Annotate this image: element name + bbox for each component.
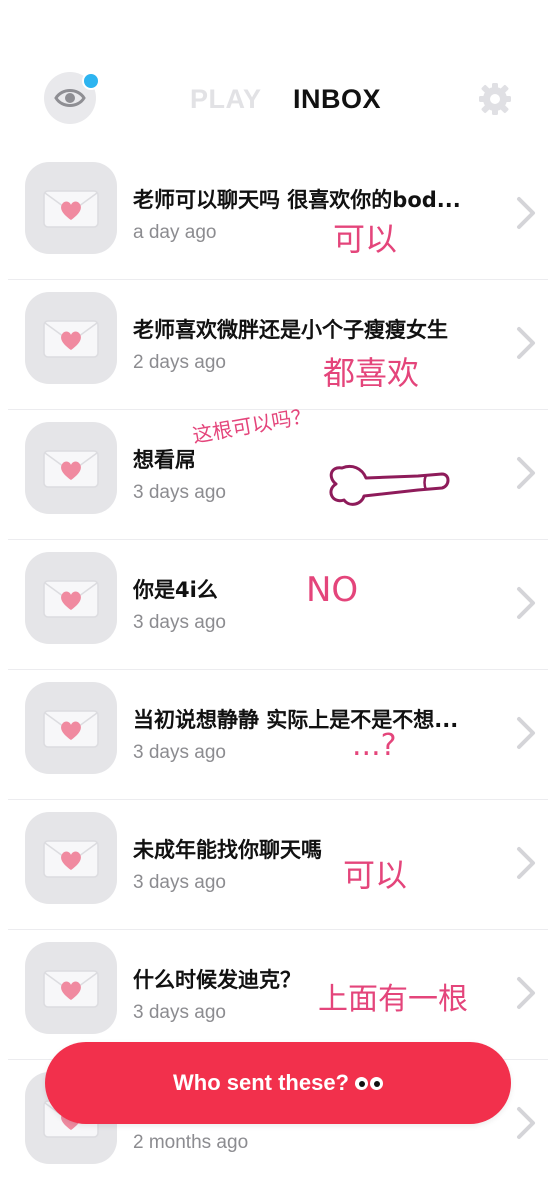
eye-icon — [54, 89, 86, 107]
message-text: 老师可以聊天吗 很喜欢你的bod... — [133, 188, 461, 212]
chevron-right-icon — [517, 587, 535, 619]
handwritten-reply: NO — [306, 570, 359, 610]
heart-envelope-icon — [43, 970, 99, 1008]
message-time: 3 days ago — [133, 872, 226, 893]
chevron-right-icon — [517, 457, 535, 489]
who-sent-these-button[interactable]: Who sent these? — [45, 1042, 511, 1124]
heart-envelope-icon — [43, 580, 99, 618]
inbox-list: 老师可以聊天吗 很喜欢你的bod... a day ago 可以 老师喜欢微胖还… — [0, 150, 556, 1190]
message-text: 未成年能找你聊天嗎 — [133, 838, 322, 862]
envelope-tile — [25, 292, 117, 384]
handwritten-reply: 可以 — [333, 220, 398, 258]
tab-play[interactable]: PLAY — [190, 84, 262, 115]
message-time: 2 months ago — [133, 1132, 249, 1153]
heart-envelope-icon — [43, 190, 99, 228]
handwritten-reply: 上面有一根 — [318, 982, 468, 1017]
list-item[interactable]: 当初说想静静 实际上是不是不想... 3 days ago ...? — [0, 670, 556, 800]
list-item[interactable]: 你是4i么 3 days ago NO — [0, 540, 556, 670]
message-text: 什么时候发迪克？ — [133, 968, 301, 992]
message-time: a day ago — [133, 222, 217, 243]
message-text: 老师喜欢微胖还是小个子瘦瘦女生 — [133, 318, 448, 342]
chevron-right-icon — [517, 847, 535, 879]
message-time: 3 days ago — [133, 612, 226, 633]
list-item[interactable]: 老师可以聊天吗 很喜欢你的bod... a day ago 可以 — [0, 150, 556, 280]
message-time: 2 days ago — [133, 352, 226, 373]
chevron-right-icon — [517, 977, 535, 1009]
message-time: 3 days ago — [133, 1002, 226, 1023]
envelope-tile — [25, 552, 117, 644]
heart-envelope-icon — [43, 450, 99, 488]
cta-label: Who sent these? — [172, 1070, 349, 1095]
handwritten-reply: 可以 — [343, 856, 408, 894]
notification-dot — [82, 72, 100, 90]
chevron-right-icon — [517, 197, 535, 229]
chevron-right-icon — [517, 717, 535, 749]
message-text: 想看屌 — [133, 448, 196, 472]
message-text: 你是4i么 — [133, 578, 218, 602]
gear-icon[interactable] — [478, 82, 512, 116]
envelope-tile — [25, 682, 117, 774]
top-bar: PLAY INBOX — [0, 0, 556, 150]
envelope-tile — [25, 812, 117, 904]
envelope-tile — [25, 162, 117, 254]
message-time: 3 days ago — [133, 482, 226, 503]
list-item[interactable]: 老师喜欢微胖还是小个子瘦瘦女生 2 days ago 都喜欢 — [0, 280, 556, 410]
list-item[interactable]: 想看屌 3 days ago 这根可以吗？ — [0, 403, 556, 540]
envelope-tile — [25, 942, 117, 1034]
handwritten-reply: ...? — [352, 728, 397, 763]
list-item[interactable]: 什么时候发迪克？ 3 days ago 上面有一根 — [0, 930, 556, 1060]
list-item[interactable]: 未成年能找你聊天嗎 3 days ago 可以 — [0, 800, 556, 930]
message-text: 当初说想静静 实际上是不是不想... — [133, 708, 459, 732]
heart-envelope-icon — [43, 710, 99, 748]
chevron-right-icon — [517, 1107, 535, 1139]
chevron-right-icon — [517, 327, 535, 359]
heart-envelope-icon — [43, 320, 99, 358]
heart-envelope-icon — [43, 840, 99, 878]
handwritten-reply: 都喜欢 — [323, 354, 420, 392]
tab-inbox[interactable]: INBOX — [293, 84, 381, 115]
envelope-tile — [25, 422, 117, 514]
message-time: 3 days ago — [133, 742, 226, 763]
doodle-drawing — [329, 464, 450, 506]
eyes-emoji-icon — [355, 1076, 383, 1090]
